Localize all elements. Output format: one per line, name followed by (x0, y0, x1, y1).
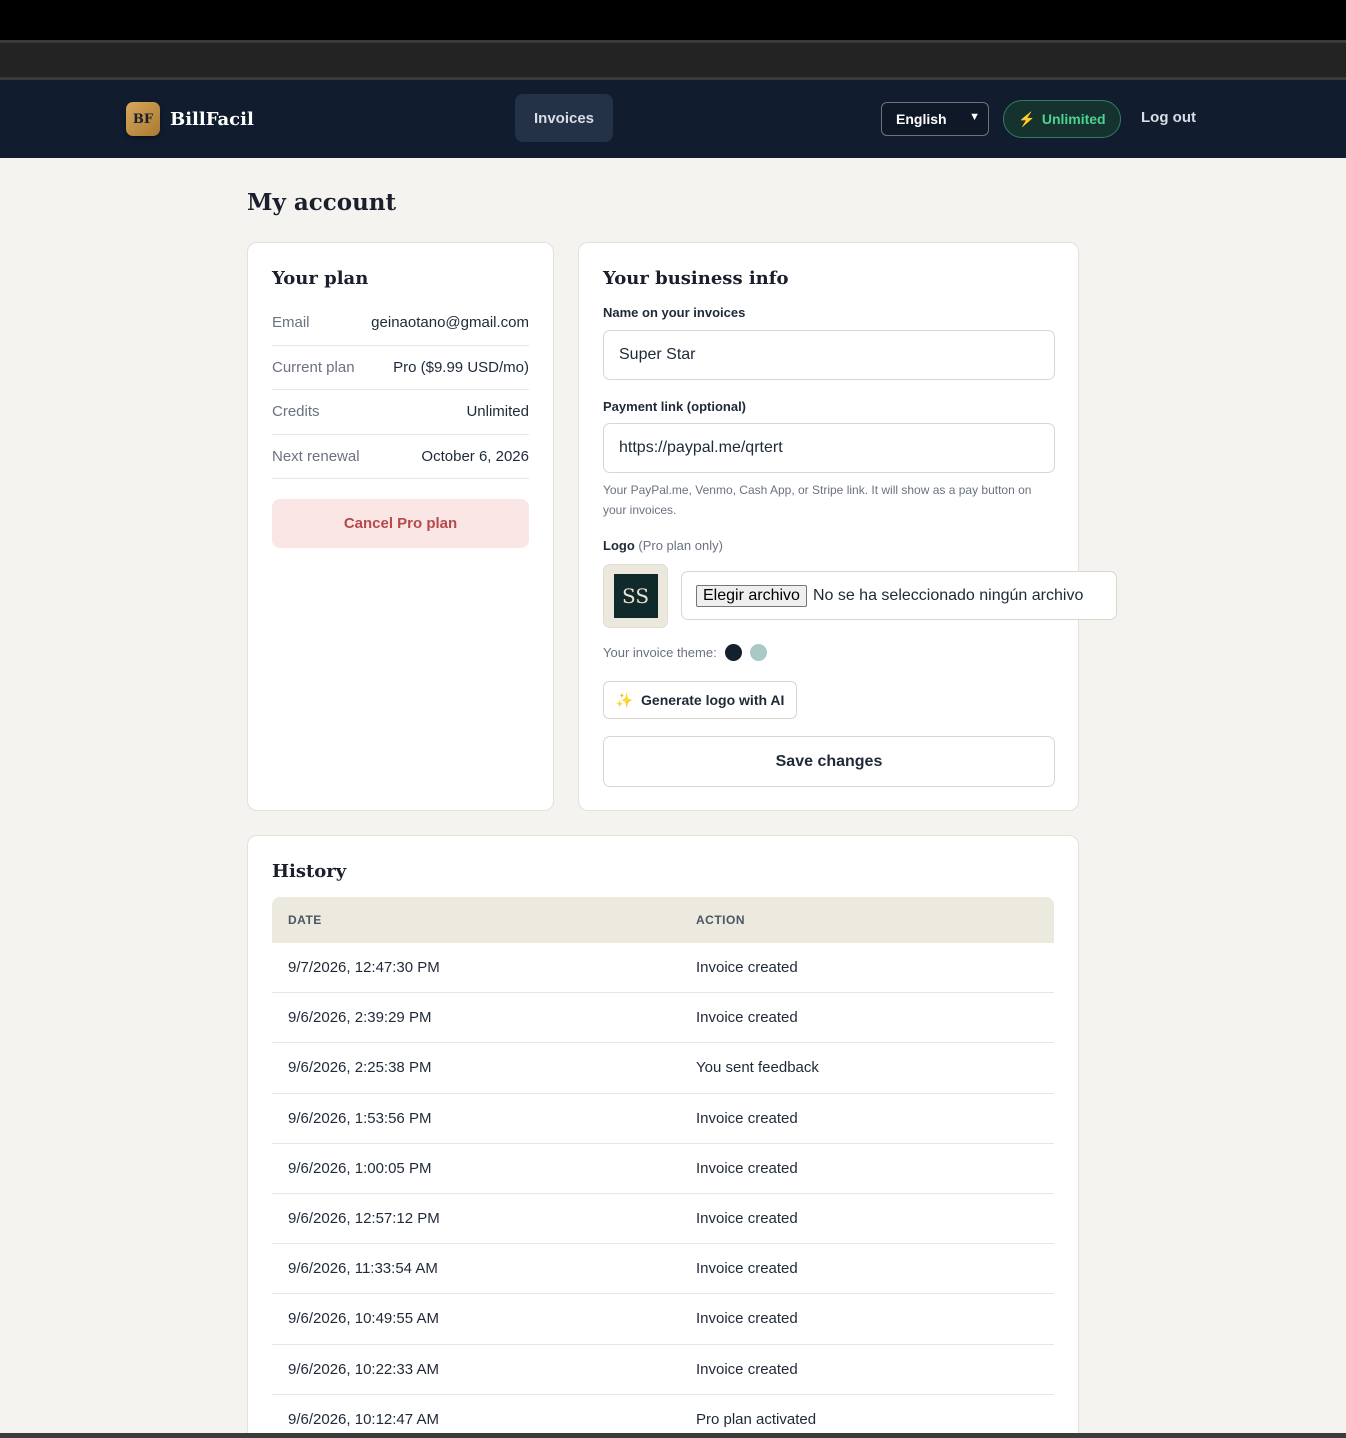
business-info-card: Your business info Name on your invoices… (578, 242, 1117, 811)
theme-color-dark[interactable] (724, 644, 742, 661)
history-action: Invoice created (696, 1159, 798, 1177)
logo-label-note: (Pro plan only) (638, 538, 723, 553)
plan-row-next-renewal: Next renewal October 6, 2026 (272, 435, 529, 479)
history-action: Invoice created (696, 959, 798, 977)
history-action: You sent feedback (696, 1059, 819, 1077)
history-title: History (272, 861, 347, 882)
invoice-theme-row: Your invoice theme: (603, 644, 767, 661)
window-bottom-edge (0, 1433, 1346, 1438)
save-changes-button[interactable]: Save changes (603, 736, 1055, 787)
logo-preview: SS (603, 564, 668, 628)
table-row: 9/7/2026, 12:47:30 PM Invoice created (272, 943, 1054, 994)
plan-row-credits: Credits Unlimited (272, 390, 529, 435)
logout-link[interactable]: Log out (1141, 109, 1196, 126)
choose-file-button[interactable]: Elegir archivo (696, 584, 807, 607)
nav-invoices-button[interactable]: Invoices (515, 94, 613, 142)
history-action: Invoice created (696, 1009, 798, 1027)
window-top-bar (0, 0, 1346, 40)
history-date: 9/6/2026, 12:57:12 PM (288, 1210, 440, 1228)
plan-row-label: Credits (272, 403, 320, 421)
plan-card-title: Your plan (272, 268, 369, 289)
sparkle-icon: ✨ (615, 691, 634, 708)
generate-logo-ai-button[interactable]: ✨ Generate logo with AI (603, 681, 797, 719)
browser-toolbar (0, 40, 1346, 80)
history-action: Invoice created (696, 1109, 798, 1127)
column-header-action: ACTION (696, 913, 745, 927)
table-row: 9/6/2026, 1:00:05 PM Invoice created (272, 1144, 1054, 1194)
history-date: 9/6/2026, 10:49:55 AM (288, 1310, 439, 1328)
chevron-down-icon: ▼ (969, 111, 980, 123)
plan-status-badge[interactable]: ⚡ Unlimited (1003, 100, 1121, 138)
theme-label: Your invoice theme: (603, 645, 717, 660)
table-row: 9/6/2026, 10:49:55 AM Invoice created (272, 1294, 1054, 1345)
top-navbar: BF BillFacil Invoices English ▼ ⚡ Unlimi… (0, 80, 1346, 158)
payment-link-label: Payment link (optional) (603, 399, 747, 414)
theme-color-light[interactable] (749, 644, 767, 661)
file-status-text: No se ha seleccionado ningún archivo (812, 586, 1084, 604)
lightning-icon: ⚡ (1018, 110, 1036, 127)
plan-card: Your plan Email geinaotano@gmail.com Cur… (247, 242, 554, 811)
name-field-label: Name on your invoices (603, 305, 746, 320)
table-row: 9/6/2026, 10:22:33 AM Invoice created (272, 1345, 1054, 1395)
table-row: 9/6/2026, 11:33:54 AM Invoice created (272, 1244, 1054, 1295)
table-row: 9/6/2026, 2:25:38 PM You sent feedback (272, 1043, 1054, 1094)
history-action: Invoice created (696, 1310, 798, 1328)
history-date: 9/6/2026, 1:53:56 PM (288, 1109, 432, 1127)
plan-details: Email geinaotano@gmail.com Current plan … (272, 301, 529, 479)
logo-file-input[interactable]: Elegir archivo No se ha seleccionado nin… (681, 571, 1117, 620)
history-card: History DATE ACTION 9/7/2026, 12:47:30 P… (247, 835, 1079, 1438)
business-card-title: Your business info (603, 268, 789, 289)
plan-row-current-plan: Current plan Pro ($9.99 USD/mo) (272, 346, 529, 390)
plan-status-label: Unlimited (1041, 111, 1106, 127)
plan-row-value: Unlimited (466, 403, 529, 421)
column-header-date: DATE (288, 913, 322, 927)
table-row: 9/6/2026, 2:39:29 PM Invoice created (272, 993, 1054, 1044)
cancel-plan-button[interactable]: Cancel Pro plan (272, 499, 529, 548)
brand-name: BillFacil (170, 108, 254, 130)
history-date: 9/6/2026, 2:25:38 PM (288, 1059, 432, 1077)
brand-badge: BF (126, 102, 160, 136)
plan-row-value: geinaotano@gmail.com (371, 314, 529, 332)
history-action: Pro plan activated (696, 1410, 817, 1428)
plan-row-value: October 6, 2026 (421, 447, 529, 465)
history-date: 9/7/2026, 12:47:30 PM (288, 959, 440, 977)
history-date: 9/6/2026, 10:12:47 AM (288, 1410, 439, 1428)
history-action: Invoice created (696, 1260, 798, 1278)
plan-row-email: Email geinaotano@gmail.com (272, 301, 529, 346)
history-date: 9/6/2026, 1:00:05 PM (288, 1159, 432, 1177)
language-select[interactable]: English ▼ (881, 102, 989, 136)
plan-row-label: Next renewal (272, 447, 360, 465)
table-row: 9/6/2026, 1:53:56 PM Invoice created (272, 1094, 1054, 1144)
history-date: 9/6/2026, 2:39:29 PM (288, 1009, 432, 1027)
history-table-header: DATE ACTION (272, 897, 1054, 943)
invoice-name-input[interactable]: Super Star (603, 330, 1055, 380)
payment-link-input[interactable]: https://paypal.me/qrtert (603, 423, 1055, 473)
logo-label: Logo (Pro plan only) (603, 538, 723, 553)
page-title: My account (247, 189, 397, 216)
generate-logo-label: Generate logo with AI (641, 692, 785, 708)
plan-row-label: Current plan (272, 358, 355, 376)
payment-link-help: Your PayPal.me, Venmo, Cash App, or Stri… (603, 483, 1032, 517)
history-action: Invoice created (696, 1360, 798, 1378)
table-row: 9/6/2026, 12:57:12 PM Invoice created (272, 1194, 1054, 1245)
history-date: 9/6/2026, 10:22:33 AM (288, 1360, 439, 1378)
table-row: 9/6/2026, 10:12:47 AM Pro plan activated (272, 1395, 1054, 1438)
history-date: 9/6/2026, 11:33:54 AM (288, 1260, 438, 1278)
history-table: DATE ACTION 9/7/2026, 12:47:30 PM Invoice… (272, 897, 1054, 1438)
language-select-value: English (896, 111, 947, 127)
brand-logo[interactable]: BF BillFacil (126, 102, 254, 136)
plan-row-label: Email (272, 314, 310, 332)
logo-image: SS (613, 574, 658, 618)
plan-row-value: Pro ($9.99 USD/mo) (393, 358, 529, 376)
logo-label-text: Logo (603, 538, 635, 553)
history-action: Invoice created (696, 1210, 798, 1228)
